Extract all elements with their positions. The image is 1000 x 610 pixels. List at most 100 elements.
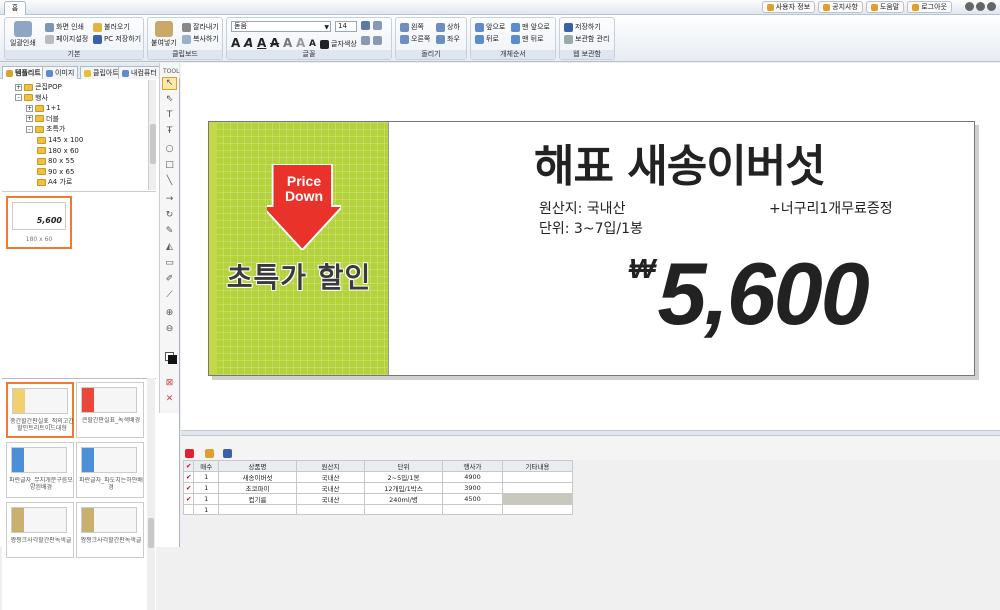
flip-horizontal-button[interactable]: 좌우 [436, 34, 460, 44]
screen-print-button[interactable]: 화면 인쇄 [45, 22, 84, 32]
table-row[interactable]: ✔ 1 초코파이 국내산 12개입/1박스 3900 [182, 482, 573, 494]
font-color-button[interactable]: 글자색상 [320, 39, 357, 49]
logout-link[interactable]: 로그아웃 [907, 1, 952, 13]
cell-name[interactable]: 초코파이 [218, 482, 297, 494]
send-to-back-button[interactable]: 맨 뒤로 [511, 34, 544, 44]
tree-item[interactable]: + 더블 [26, 114, 59, 124]
align-center-icon[interactable] [373, 21, 382, 30]
scroll-thumb[interactable] [148, 518, 154, 548]
tree-item[interactable]: A4 가로 [37, 177, 72, 187]
color-swatch-icon[interactable] [162, 351, 177, 364]
design-canvas[interactable]: Price Down 초특가 할인 해표 새송이버섯 원산지: 국내산 단위: … [181, 63, 1000, 430]
template-card[interactable]: 파란글자_무지개분구름모양흰배경 [6, 442, 74, 498]
zoom-in-icon[interactable]: ⊕ [162, 307, 177, 320]
bold-icon[interactable]: A [231, 36, 240, 50]
cell-etc[interactable] [502, 504, 573, 515]
web-save-button[interactable]: 저장하기 [564, 22, 601, 32]
expand-icon[interactable]: + [26, 104, 33, 112]
flip-vertical-button[interactable]: 상하 [436, 22, 460, 32]
cell-origin[interactable]: 국내산 [296, 471, 365, 483]
cell-name[interactable] [218, 504, 297, 515]
rectangle-icon[interactable]: □ [162, 159, 177, 172]
font-size-select[interactable]: 14 [335, 21, 357, 32]
product-unit[interactable]: 단위: 3~7입/1봉 [539, 218, 643, 238]
open-button[interactable]: 불러오기 [93, 22, 130, 32]
minimize-icon[interactable] [965, 2, 974, 11]
align-left-icon[interactable] [361, 21, 370, 30]
strikethrough-icon[interactable]: A [270, 36, 279, 50]
cell-name[interactable]: 컵기름 [218, 493, 297, 505]
italic-icon[interactable]: A [244, 36, 253, 50]
rotate-icon[interactable]: ↻ [162, 209, 177, 222]
template-card[interactable]: 큰할간판실표_녹색배경 [76, 382, 144, 438]
bring-to-front-button[interactable]: 맨 앞으로 [511, 22, 550, 32]
collapse-icon[interactable]: - [15, 94, 22, 102]
eraser-icon[interactable]: ▭ [162, 257, 177, 270]
cell-check[interactable] [182, 504, 195, 515]
cell-origin[interactable]: 국내산 [296, 482, 365, 494]
tab-clipart[interactable]: 클립아트 [80, 66, 123, 79]
text-icon[interactable]: T [162, 109, 177, 122]
pencil-icon[interactable]: ✎ [162, 225, 177, 238]
product-title[interactable]: 해표 새송이버섯 [534, 130, 826, 194]
rotate-right-button[interactable]: 오른쪽 [400, 34, 430, 44]
bring-forward-button[interactable]: 앞으로 [475, 22, 505, 32]
table-row[interactable]: ✔ 1 새송이버섯 국내산 2~5입/1봉 4900 [182, 471, 573, 483]
bulk-print-button[interactable]: 일괄인쇄 [10, 21, 36, 48]
shadow-icon[interactable]: A [283, 36, 292, 50]
tree-item[interactable]: +1+1 [26, 103, 61, 113]
tree-item[interactable]: 180 x 60 [37, 146, 79, 156]
table-row[interactable]: ✔ 1 컵기름 국내산 240ml/병 4500 [182, 493, 573, 505]
tree-item[interactable]: 145 x 100 [37, 135, 83, 145]
cell-origin[interactable] [296, 504, 365, 515]
cell-count[interactable]: 1 [193, 504, 219, 515]
gift-text[interactable]: +너구리1개무료증정 [769, 198, 893, 218]
line-icon[interactable]: ╲ [162, 175, 177, 188]
no-stroke-icon[interactable]: ✕ [162, 393, 177, 406]
template-card[interactable]: 짱짱크사각할간판녹색글 [76, 502, 144, 558]
underline-icon[interactable]: A [257, 36, 266, 50]
cell-count[interactable]: 1 [193, 471, 219, 483]
tree-item[interactable]: 80 x 55 [37, 156, 74, 166]
cell-price[interactable]: 3900 [442, 482, 503, 494]
cell-unit[interactable]: 2~5입/1봉 [364, 471, 443, 483]
open-folder-icon[interactable] [205, 449, 214, 458]
brush-icon[interactable]: ✐ [162, 273, 177, 286]
expand-icon[interactable]: + [26, 115, 33, 123]
cell-count[interactable]: 1 [193, 493, 219, 505]
tree-item[interactable]: - 초특가 [26, 124, 65, 134]
zoom-out-icon[interactable]: ⊖ [162, 323, 177, 336]
copy-button[interactable]: 복사하기 [182, 34, 219, 44]
cut-button[interactable]: 잘라내기 [182, 22, 219, 32]
tab-my-computer[interactable]: 내컴퓨터 [118, 66, 161, 79]
tab-template[interactable]: 템플리트 [2, 66, 45, 79]
pc-save-button[interactable]: PC 저장하기 [93, 34, 141, 44]
cell-name[interactable]: 새송이버섯 [218, 471, 297, 483]
fill-bucket-icon[interactable]: ◭ [162, 241, 177, 254]
table-row[interactable]: 1 [182, 504, 573, 515]
cell-price[interactable]: 4500 [442, 493, 503, 505]
cell-unit[interactable] [364, 504, 443, 515]
gallery-scrollbar[interactable] [147, 378, 155, 610]
paste-button[interactable]: 붙여넣기 [151, 21, 177, 48]
tree-item[interactable]: - 행사 [15, 93, 48, 103]
template-card[interactable]: 파란글자_파도치는하얀배경 [76, 442, 144, 498]
product-price[interactable]: ₩5,600 [629, 244, 870, 344]
cell-price[interactable] [442, 504, 503, 515]
cell-unit[interactable]: 240ml/병 [364, 493, 443, 505]
no-fill-icon[interactable]: ⊠ [162, 377, 177, 390]
cell-etc[interactable] [502, 471, 573, 483]
tab-home[interactable]: 홈 [4, 1, 26, 15]
cell-unit[interactable]: 12개입/1박스 [364, 482, 443, 494]
template-card[interactable]: 중간할간판실표_적의고간할인트리트이드대형 [6, 382, 74, 438]
rotate-left-button[interactable]: 왼쪽 [400, 22, 424, 32]
send-backward-button[interactable]: 뒤로 [475, 34, 499, 44]
price-poster[interactable]: Price Down 초특가 할인 해표 새송이버섯 원산지: 국내산 단위: … [208, 121, 975, 376]
scroll-thumb[interactable] [150, 124, 156, 164]
notice-link[interactable]: 공지사항 [818, 1, 863, 13]
pointer-icon[interactable]: ⇖ [162, 93, 177, 106]
expand-icon[interactable]: + [15, 83, 22, 91]
tree-scrollbar[interactable] [148, 80, 156, 190]
tree-item[interactable]: 90 x 65 [37, 167, 74, 177]
text-vertical-icon[interactable]: Ŧ [162, 125, 177, 138]
